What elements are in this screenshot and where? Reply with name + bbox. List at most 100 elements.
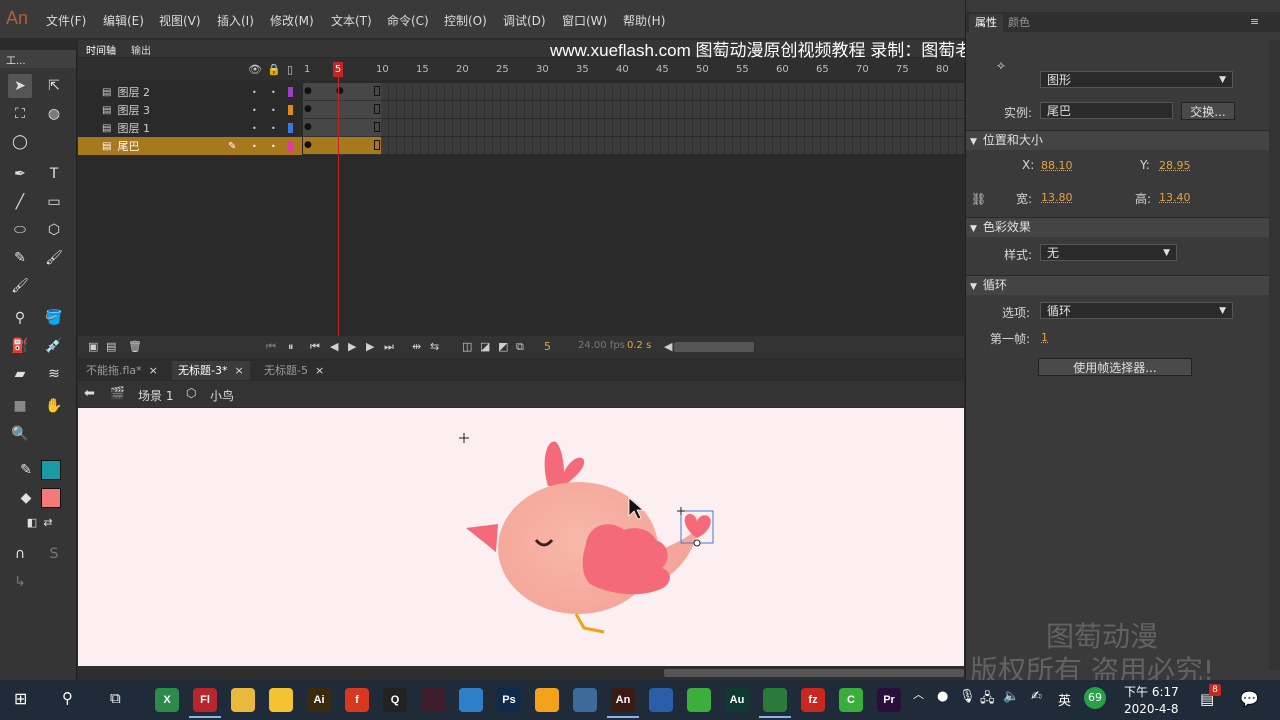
- outline-icon[interactable]: ▯: [287, 63, 293, 76]
- visibility-dot[interactable]: •: [252, 106, 257, 115]
- playhead[interactable]: [338, 62, 339, 358]
- layer-color-swatch[interactable]: [288, 87, 293, 97]
- camtasia-icon[interactable]: C: [839, 688, 863, 712]
- time-readout[interactable]: 0.2 s: [627, 340, 651, 351]
- lasso-tool-icon[interactable]: ◯: [8, 130, 32, 154]
- document-tab[interactable]: 无标题-5 ×: [258, 361, 330, 380]
- media-encoder-icon[interactable]: [421, 688, 445, 712]
- stroke-color-swatch[interactable]: [41, 460, 61, 480]
- pinwheel-icon[interactable]: [763, 688, 787, 712]
- playhead-marker[interactable]: 5: [333, 62, 343, 77]
- center-frame-icon[interactable]: ⇹: [412, 340, 421, 353]
- fill-color-swatch[interactable]: [41, 488, 61, 508]
- keyframe-icon[interactable]: ●: [304, 104, 312, 114]
- layer-row[interactable]: ▤ 图层 3 • •: [78, 101, 302, 119]
- layer-name[interactable]: 图层 2: [117, 84, 227, 100]
- layer-row[interactable]: ▤ 图层 1 • •: [78, 119, 302, 137]
- keyframe-icon[interactable]: ●: [304, 140, 312, 150]
- tab-timeline[interactable]: 时间轴: [86, 42, 116, 57]
- properties-scrollbar[interactable]: [1269, 40, 1280, 670]
- tab-properties[interactable]: 属性: [969, 14, 1003, 32]
- menu-item[interactable]: 文本(T): [331, 12, 372, 29]
- lock-dot[interactable]: •: [271, 88, 276, 97]
- stage-canvas[interactable]: [78, 408, 964, 666]
- subselection-tool-icon[interactable]: ⇱: [42, 74, 66, 98]
- height-value[interactable]: 13.40: [1159, 191, 1191, 204]
- paint-brush-tool-icon[interactable]: 🖌: [8, 274, 32, 298]
- free-transform-tool-icon[interactable]: ⛶: [8, 102, 32, 126]
- layer-empty-frames[interactable]: [381, 119, 964, 137]
- delete-layer-icon[interactable]: 🗑: [128, 340, 142, 353]
- action-center-icon[interactable]: 💬: [1240, 690, 1259, 708]
- layer-keyframes[interactable]: ●: [303, 137, 381, 155]
- width-value[interactable]: 13.80: [1041, 191, 1073, 204]
- first-frame-value[interactable]: 1: [1041, 331, 1048, 344]
- menu-item[interactable]: 修改(M): [270, 12, 314, 29]
- x-value[interactable]: 88.10: [1041, 159, 1073, 172]
- menu-item[interactable]: 控制(O): [444, 12, 487, 29]
- scroll-left-icon[interactable]: ◀: [664, 340, 672, 353]
- width-tool-icon[interactable]: ≋: [42, 362, 66, 386]
- style-select[interactable]: 无 ▼: [1040, 244, 1177, 261]
- rectangle-tool-icon[interactable]: ▭: [42, 190, 66, 214]
- pen-input-icon[interactable]: ✍: [1031, 689, 1042, 704]
- document-tab[interactable]: 不能拖.fla* ×: [80, 361, 164, 380]
- new-layer-icon[interactable]: ▣: [88, 340, 98, 353]
- straighten-icon[interactable]: ↳: [8, 570, 32, 594]
- smooth-icon[interactable]: S: [42, 542, 66, 566]
- lock-dot[interactable]: •: [271, 124, 276, 133]
- sync-icon[interactable]: [687, 688, 711, 712]
- layer-color-swatch[interactable]: [288, 141, 293, 151]
- lock-dot[interactable]: •: [271, 106, 276, 115]
- layer-keyframes[interactable]: ●: [303, 101, 381, 119]
- menu-item[interactable]: 调试(D): [503, 12, 546, 29]
- globe-icon[interactable]: [459, 688, 483, 712]
- breadcrumb-symbol[interactable]: 小鸟: [210, 387, 234, 404]
- photoshop-icon[interactable]: Ps: [497, 688, 521, 712]
- frame-picker-button[interactable]: 使用帧选择器...: [1038, 358, 1192, 376]
- tab-output[interactable]: 输出: [131, 42, 151, 57]
- camera-tool-icon[interactable]: ■: [8, 394, 32, 418]
- line-tool-icon[interactable]: ╱: [8, 190, 32, 214]
- frame-ruler[interactable]: 👁 🔒 ▯: [78, 58, 964, 80]
- section-color-effect[interactable]: ▼ 色彩效果: [966, 217, 1271, 237]
- edit-multiple-icon[interactable]: ◩: [498, 340, 508, 353]
- next-frame-icon[interactable]: ▶: [366, 340, 374, 353]
- qq-icon[interactable]: Q: [383, 688, 407, 712]
- audition-icon[interactable]: Au: [725, 688, 749, 712]
- symbol-type-select[interactable]: 图形 ▼: [1040, 71, 1233, 88]
- panel-menu-icon[interactable]: ≡: [1250, 15, 1259, 28]
- stage-hscroll[interactable]: [78, 666, 964, 680]
- filezilla-icon[interactable]: fz: [801, 688, 825, 712]
- eyedropper-tool-icon[interactable]: 💉: [42, 334, 66, 358]
- oval-tool-icon[interactable]: ⬭: [8, 218, 32, 242]
- close-icon[interactable]: ×: [234, 364, 243, 377]
- layer-color-swatch[interactable]: [288, 105, 293, 115]
- clock-time[interactable]: 下午 6:17: [1124, 683, 1179, 700]
- network-tray-icon[interactable]: 🖧: [980, 689, 995, 711]
- tab-color[interactable]: 颜色: [1008, 14, 1030, 32]
- camera-icon[interactable]: ●: [937, 689, 948, 704]
- volume-icon[interactable]: 🔈: [1003, 689, 1019, 704]
- menu-item[interactable]: 插入(I): [217, 12, 254, 29]
- onion-skin-icon[interactable]: ◫: [462, 340, 472, 353]
- paint-bucket-tool-icon[interactable]: 🪣: [42, 306, 66, 330]
- tray-expand-icon[interactable]: ︿: [913, 686, 924, 702]
- last-frame-icon[interactable]: ⏭: [384, 340, 394, 354]
- clock-date[interactable]: 2020-4-8: [1124, 702, 1178, 716]
- swap-colors-icon[interactable]: ⇄: [36, 510, 60, 534]
- search-icon[interactable]: ⚲: [62, 689, 73, 707]
- animate-icon[interactable]: An: [611, 688, 635, 712]
- new-folder-icon[interactable]: ▤: [106, 340, 116, 353]
- menu-item[interactable]: 命令(C): [387, 12, 429, 29]
- menu-item[interactable]: 文件(F): [46, 12, 86, 29]
- layer-empty-frames[interactable]: [381, 137, 964, 155]
- play-icon[interactable]: ▶: [348, 340, 356, 353]
- text-tool-icon[interactable]: T: [42, 162, 66, 186]
- onion-markers-icon[interactable]: ⧉: [516, 340, 524, 354]
- timeline-hscroll-thumb[interactable]: [674, 342, 754, 352]
- loop-playback-icon[interactable]: ⇆: [430, 340, 439, 353]
- bird-app-icon[interactable]: [269, 688, 293, 712]
- layer-color-swatch[interactable]: [288, 123, 293, 133]
- refresh-icon[interactable]: [535, 688, 559, 712]
